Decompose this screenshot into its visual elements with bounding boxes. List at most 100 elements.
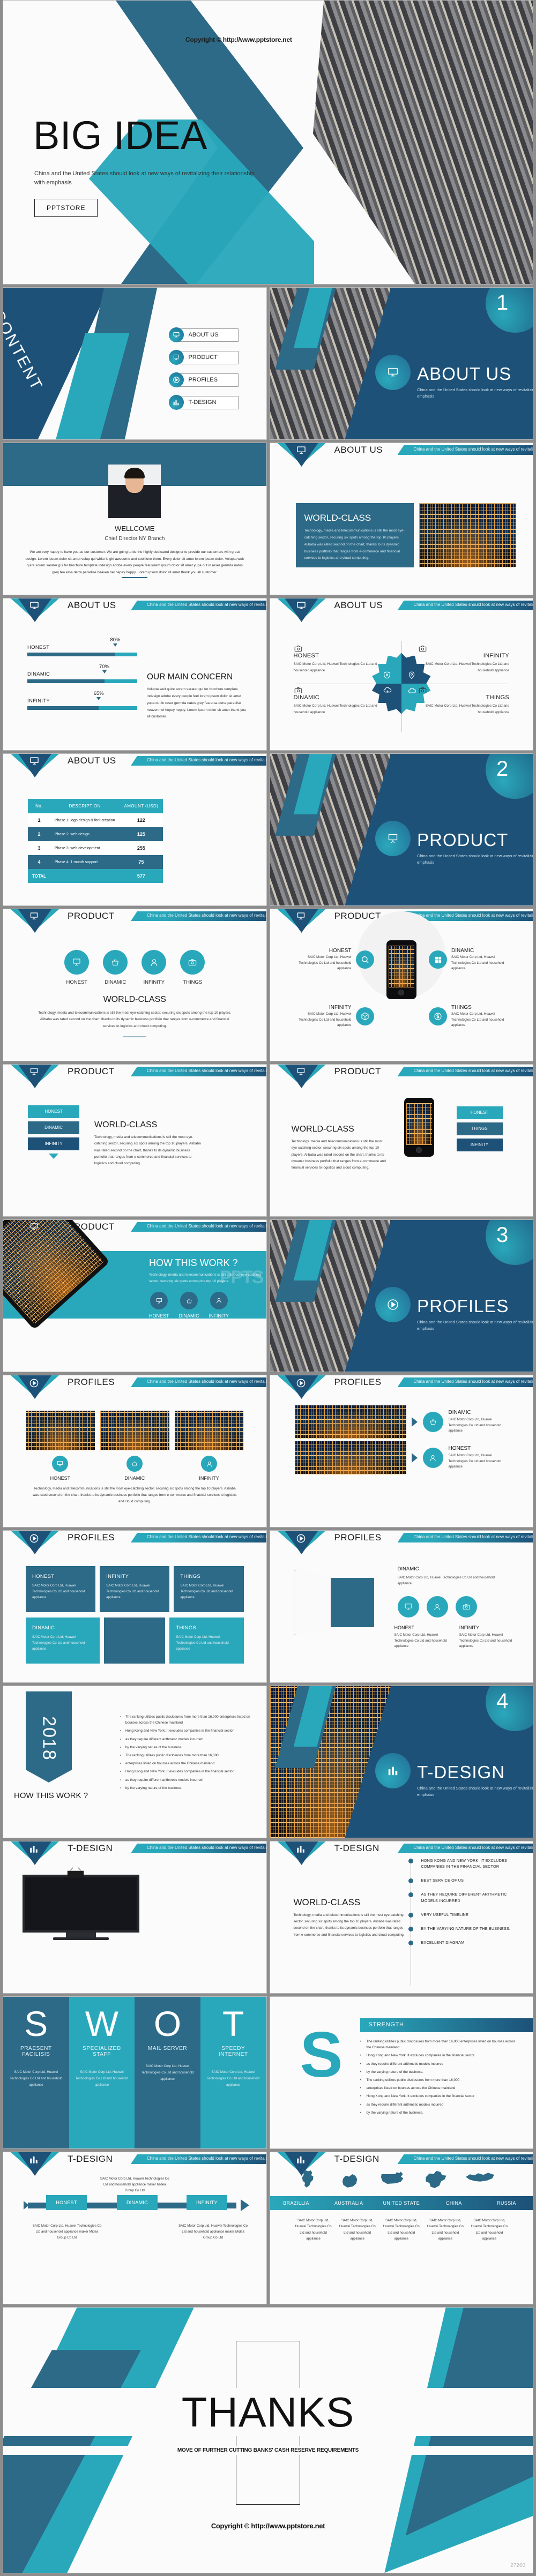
section-tagline: China and the United States should look … <box>417 387 533 399</box>
slide-header: T-DESIGN China and the United States sho… <box>270 2152 533 2176</box>
arrow-tip <box>240 2199 249 2211</box>
world-class-block: WORLD-CLASS Technology, media and teleco… <box>292 1125 388 1172</box>
table-cell-desc: Phase 4: 1 month support <box>50 855 120 869</box>
table-row: 4 Phase 4: 1 month support 75 <box>28 855 163 869</box>
tab-infinity[interactable]: INFINITY <box>28 1137 79 1150</box>
how-circle-infinity[interactable]: INFINITY <box>209 1292 229 1319</box>
swot-body: SAIC Motor Corp Ltd, Huawei Technologies… <box>141 2064 194 2081</box>
user-icon <box>142 950 167 975</box>
bar-track <box>27 653 137 656</box>
content-item-profiles[interactable]: PROFILES <box>168 372 239 387</box>
slide-header: ABOUT US China and the United States sho… <box>270 598 533 622</box>
pptstore-button[interactable]: PPTSTORE <box>34 199 98 217</box>
monitor-mockup <box>23 1875 139 1940</box>
bar-row: INFINITY 65% <box>27 691 137 710</box>
header-tagline-bar: China and the United States should look … <box>397 1844 533 1853</box>
monitor-stand <box>66 1933 96 1937</box>
header-tagline: China and the United States should look … <box>413 2156 533 2161</box>
country-body: SAIC Motor Corp Ltd, Huawei Technologies… <box>295 2219 332 2241</box>
basket-icon <box>422 1412 443 1432</box>
phone-screen <box>406 1103 432 1145</box>
process-step-dinamic[interactable]: DINAMIC <box>117 2195 158 2210</box>
header-tagline: China and the United States should look … <box>147 1068 267 1073</box>
funnel-circles <box>397 1596 477 1618</box>
presentation-icon <box>296 912 308 922</box>
header-title: ABOUT US <box>68 755 116 766</box>
slide-profiles-rows: PROFILES China and the United States sho… <box>269 1375 533 1527</box>
profile-label: INFINITY <box>199 1476 219 1481</box>
profile-photo <box>26 1411 95 1450</box>
card-body: SAIC Motor Corp Ltd, Huawei Technologies… <box>32 1635 85 1651</box>
process-step-honest[interactable]: HONEST <box>46 2195 87 2210</box>
tab-honest[interactable]: HONEST <box>456 1106 503 1119</box>
how-circle-honest[interactable]: HONEST <box>149 1292 169 1319</box>
monitor-icon <box>296 601 308 611</box>
country-body: SAIC Motor Corp Ltd, Huawei Technologies… <box>427 2219 464 2241</box>
bullet-item: as they require different arithmetic mod… <box>120 1777 251 1783</box>
feature-title: DINAMIC <box>451 948 474 954</box>
world-class-card: WORLD-CLASS Technology, media and teleco… <box>295 503 414 567</box>
content-item-t-design[interactable]: T-DESIGN <box>168 395 239 410</box>
header-tagline: China and the United States should look … <box>147 758 267 762</box>
slide-tabs-world-class: PRODUCT China and the United States shou… <box>3 1064 267 1217</box>
bar-row: HONEST 80% <box>27 637 137 656</box>
card-photo <box>104 1618 166 1664</box>
table-cell-amount: 125 <box>119 827 163 841</box>
slide-year-2018: 2018 HOW THIS WORK ? The ranking utilize… <box>3 1686 267 1838</box>
timeline-label: EXCELLENT DIAGRAM <box>421 1940 465 1945</box>
content-item-label: T-DESIGN <box>174 395 239 409</box>
slide-profiles-three: PROFILES China and the United States sho… <box>3 1375 267 1527</box>
bullet-item: Hong Kong and New York. It excludes comp… <box>120 1728 251 1734</box>
content-item-product[interactable]: PRODUCT <box>168 350 239 365</box>
profile-cell-dinamic: DINAMIC <box>100 1411 169 1481</box>
table-row: 2 Phase 2: web design 125 <box>28 827 163 841</box>
header-tagline: China and the United States should look … <box>147 1845 267 1850</box>
slide-header: PROFILES China and the United States sho… <box>270 1531 533 1554</box>
bar-chart: HONEST 80% DINAMIC 70% INFINITY 65% <box>27 637 137 725</box>
slide-section-t-design: 4 T-DESIGN China and the United States s… <box>269 1686 533 1838</box>
content-item-about-us[interactable]: ABOUT US <box>168 327 239 342</box>
section-title: PRODUCT <box>417 829 509 850</box>
slide-header: PROFILES China and the United States sho… <box>270 1375 533 1399</box>
feature-circle-things[interactable]: THINGS <box>180 950 205 985</box>
bar-value: 70% <box>99 664 110 670</box>
swot-name: SPEEDY INTERNET <box>218 2046 248 2058</box>
bar-value: 80% <box>110 637 121 643</box>
table-header-row: No. DESCRIPTION AMOUNT (USD) <box>28 799 163 813</box>
feature-circle-honest[interactable]: HONEST <box>64 950 90 985</box>
bar-fill <box>27 706 99 710</box>
tab-infinity[interactable]: INFINITY <box>456 1139 503 1151</box>
tab-things[interactable]: THINGS <box>456 1122 503 1135</box>
feature-circle-dinamic[interactable]: DINAMIC <box>103 950 128 985</box>
year-ribbon: 2018 <box>26 1691 72 1783</box>
content-item-label: PROFILES <box>174 373 239 387</box>
tab-dinamic[interactable]: DINAMIC <box>28 1121 79 1134</box>
bar-value: 65% <box>93 691 104 697</box>
header-tagline: China and the United States should look … <box>414 913 533 918</box>
basket-icon <box>126 1456 143 1472</box>
feature-circle-infinity[interactable]: INFINITY <box>142 950 167 985</box>
text-card-row-top: HONEST SAIC Motor Corp Ltd, Huawei Techn… <box>26 1566 244 1612</box>
slide-header: PRODUCT China and the United States shou… <box>3 909 266 933</box>
swot-letter: S <box>24 2004 48 2043</box>
phone-screen <box>388 946 414 987</box>
table-cell-no: 3 <box>28 841 50 855</box>
table-row: 1 Phase 1: logo design & font creation 1… <box>28 813 163 827</box>
presentation-icon <box>64 950 90 975</box>
play-icon <box>296 1533 308 1543</box>
tab-honest[interactable]: HONEST <box>28 1105 79 1118</box>
header-tagline-bar: China and the United States should look … <box>131 1377 266 1387</box>
slide-header: ABOUT US China and the United States sho… <box>270 443 533 467</box>
year-bullet-list: The ranking utilizes public disclosures … <box>120 1714 251 1793</box>
timeline-item: BEST SERVICE OF US <box>408 1877 517 1884</box>
basket-icon <box>103 950 128 975</box>
profile-row-honest: HONEST SAIC Motor Corp Ltd, Huawei Techn… <box>294 1441 512 1474</box>
how-circle-dinamic[interactable]: DINAMIC <box>179 1292 199 1319</box>
header-title: PRODUCT <box>68 911 115 921</box>
bullet-item: Hong Kong and New York. It excludes comp… <box>120 1769 251 1774</box>
header-tagline-bar: China and the United States should look … <box>131 756 266 766</box>
feature-label: HONEST <box>66 979 88 985</box>
process-step-infinity[interactable]: INFINITY <box>187 2195 227 2210</box>
presentation-icon <box>296 1067 308 1077</box>
timeline-item: HONG KONG AND NEW YORK. IT EXCLUDES COMP… <box>408 1858 517 1869</box>
